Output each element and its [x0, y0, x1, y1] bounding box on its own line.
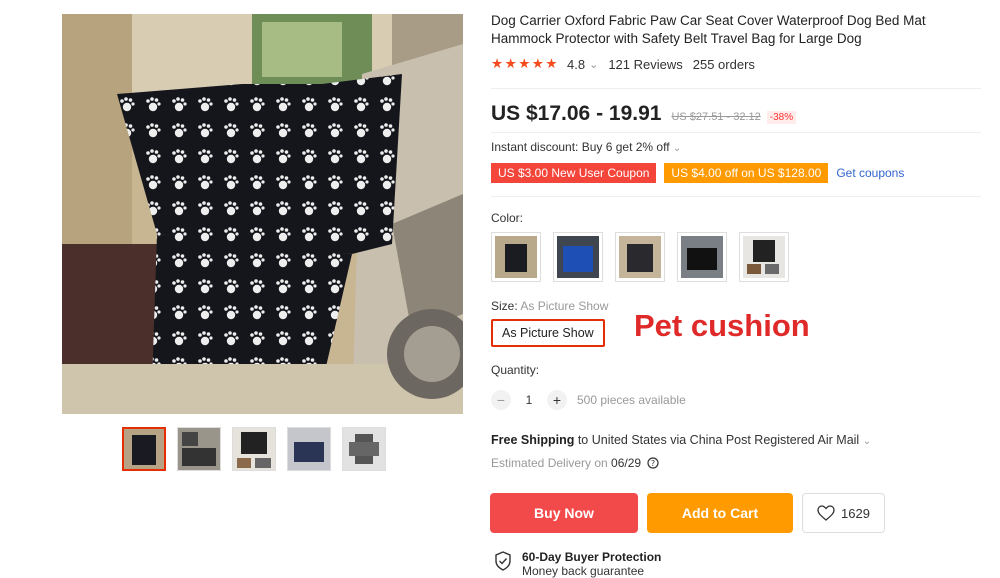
store-coupon[interactable]: US $4.00 off on US $128.00 — [664, 163, 829, 183]
color-swatch-3[interactable] — [615, 232, 665, 282]
add-to-cart-button[interactable]: Add to Cart — [647, 493, 793, 533]
delivery-date: 06/29 — [611, 456, 642, 470]
quantity-input[interactable]: 1 — [511, 393, 547, 407]
divider — [491, 132, 981, 133]
help-icon[interactable]: ? — [647, 457, 660, 469]
instant-discount[interactable]: Instant discount: Buy 6 get 2% off ⌄ — [491, 140, 681, 154]
buy-now-button[interactable]: Buy Now — [490, 493, 638, 533]
thumbnail-strip — [122, 427, 386, 471]
estimated-delivery: Estimated Delivery on 06/29 ? — [491, 456, 660, 470]
delivery-label: Estimated Delivery on — [491, 456, 612, 470]
divider — [491, 88, 981, 89]
quantity-label: Quantity: — [491, 363, 540, 377]
chevron-down-icon: ⌄ — [672, 143, 682, 154]
size-option-button[interactable]: As Picture Show — [491, 319, 605, 347]
car-seat-photo — [62, 14, 463, 414]
color-swatch-1[interactable] — [491, 232, 541, 282]
available-pieces: 500 pieces available — [577, 393, 686, 407]
chevron-down-icon[interactable]: ⌄ — [589, 58, 598, 71]
product-title: Dog Carrier Oxford Fabric Paw Car Seat C… — [491, 13, 926, 46]
thumbnail-2[interactable] — [177, 427, 221, 471]
size-row: Size: As Picture Show — [491, 299, 608, 313]
thumbnail-1[interactable] — [122, 427, 166, 471]
product-main-image[interactable] — [62, 14, 463, 414]
quantity-stepper: − 1 + 500 pieces available — [491, 390, 686, 410]
size-label: Size: — [491, 299, 518, 313]
shipping-details: to United States via China Post Register… — [574, 433, 860, 447]
instant-discount-text: Instant discount: Buy 6 get 2% off — [491, 140, 670, 154]
svg-text:?: ? — [651, 459, 655, 468]
color-swatch-5[interactable] — [739, 232, 789, 282]
new-user-coupon[interactable]: US $3.00 New User Coupon — [491, 163, 657, 183]
star-rating-icon: ★★★★★ — [491, 56, 560, 71]
protection-subtitle: Money back guarantee — [522, 564, 645, 578]
wishlist-button[interactable]: 1629 — [802, 493, 885, 533]
increase-quantity-button[interactable]: + — [547, 390, 567, 410]
thumbnail-4[interactable] — [287, 427, 331, 471]
original-price: US $27.51 - 32.12 — [671, 111, 761, 123]
color-label: Color: — [491, 211, 524, 225]
thumbnail-3[interactable] — [232, 427, 276, 471]
shipping-info[interactable]: Free Shipping to United States via China… — [491, 433, 871, 447]
decrease-quantity-button[interactable]: − — [491, 390, 511, 410]
wishlist-count: 1629 — [841, 505, 870, 521]
thumbnail-5[interactable] — [342, 427, 386, 471]
protection-title: 60-Day Buyer Protection — [522, 550, 662, 564]
buyer-protection: 60-Day Buyer Protection Money back guara… — [494, 550, 661, 578]
shield-icon — [495, 551, 511, 571]
size-value: As Picture Show — [520, 299, 609, 313]
discount-badge: -38% — [766, 111, 797, 124]
current-price: US $17.06 - 19.91 — [491, 102, 662, 125]
free-shipping-label: Free Shipping — [491, 433, 575, 447]
rating-value: 4.8 — [567, 56, 586, 72]
color-swatch-2[interactable] — [553, 232, 603, 282]
pet-cushion-annotation: Pet cushion — [634, 308, 810, 343]
coupons-row: US $3.00 New User Coupon US $4.00 off on… — [491, 163, 904, 183]
color-swatches — [491, 232, 789, 282]
rating-row: ★★★★★ 4.8 ⌄ 121 Reviews 255 orders — [491, 56, 755, 72]
divider — [491, 196, 981, 197]
reviews-link[interactable]: 121 Reviews — [608, 57, 682, 72]
heart-icon — [817, 505, 835, 521]
chevron-down-icon: ⌄ — [862, 436, 872, 447]
orders-count: 255 orders — [692, 56, 755, 72]
color-swatch-4[interactable] — [677, 232, 727, 282]
get-coupons-link[interactable]: Get coupons — [836, 166, 904, 180]
price-row: US $17.06 - 19.91 US $27.51 - 32.12 -38% — [491, 102, 797, 126]
